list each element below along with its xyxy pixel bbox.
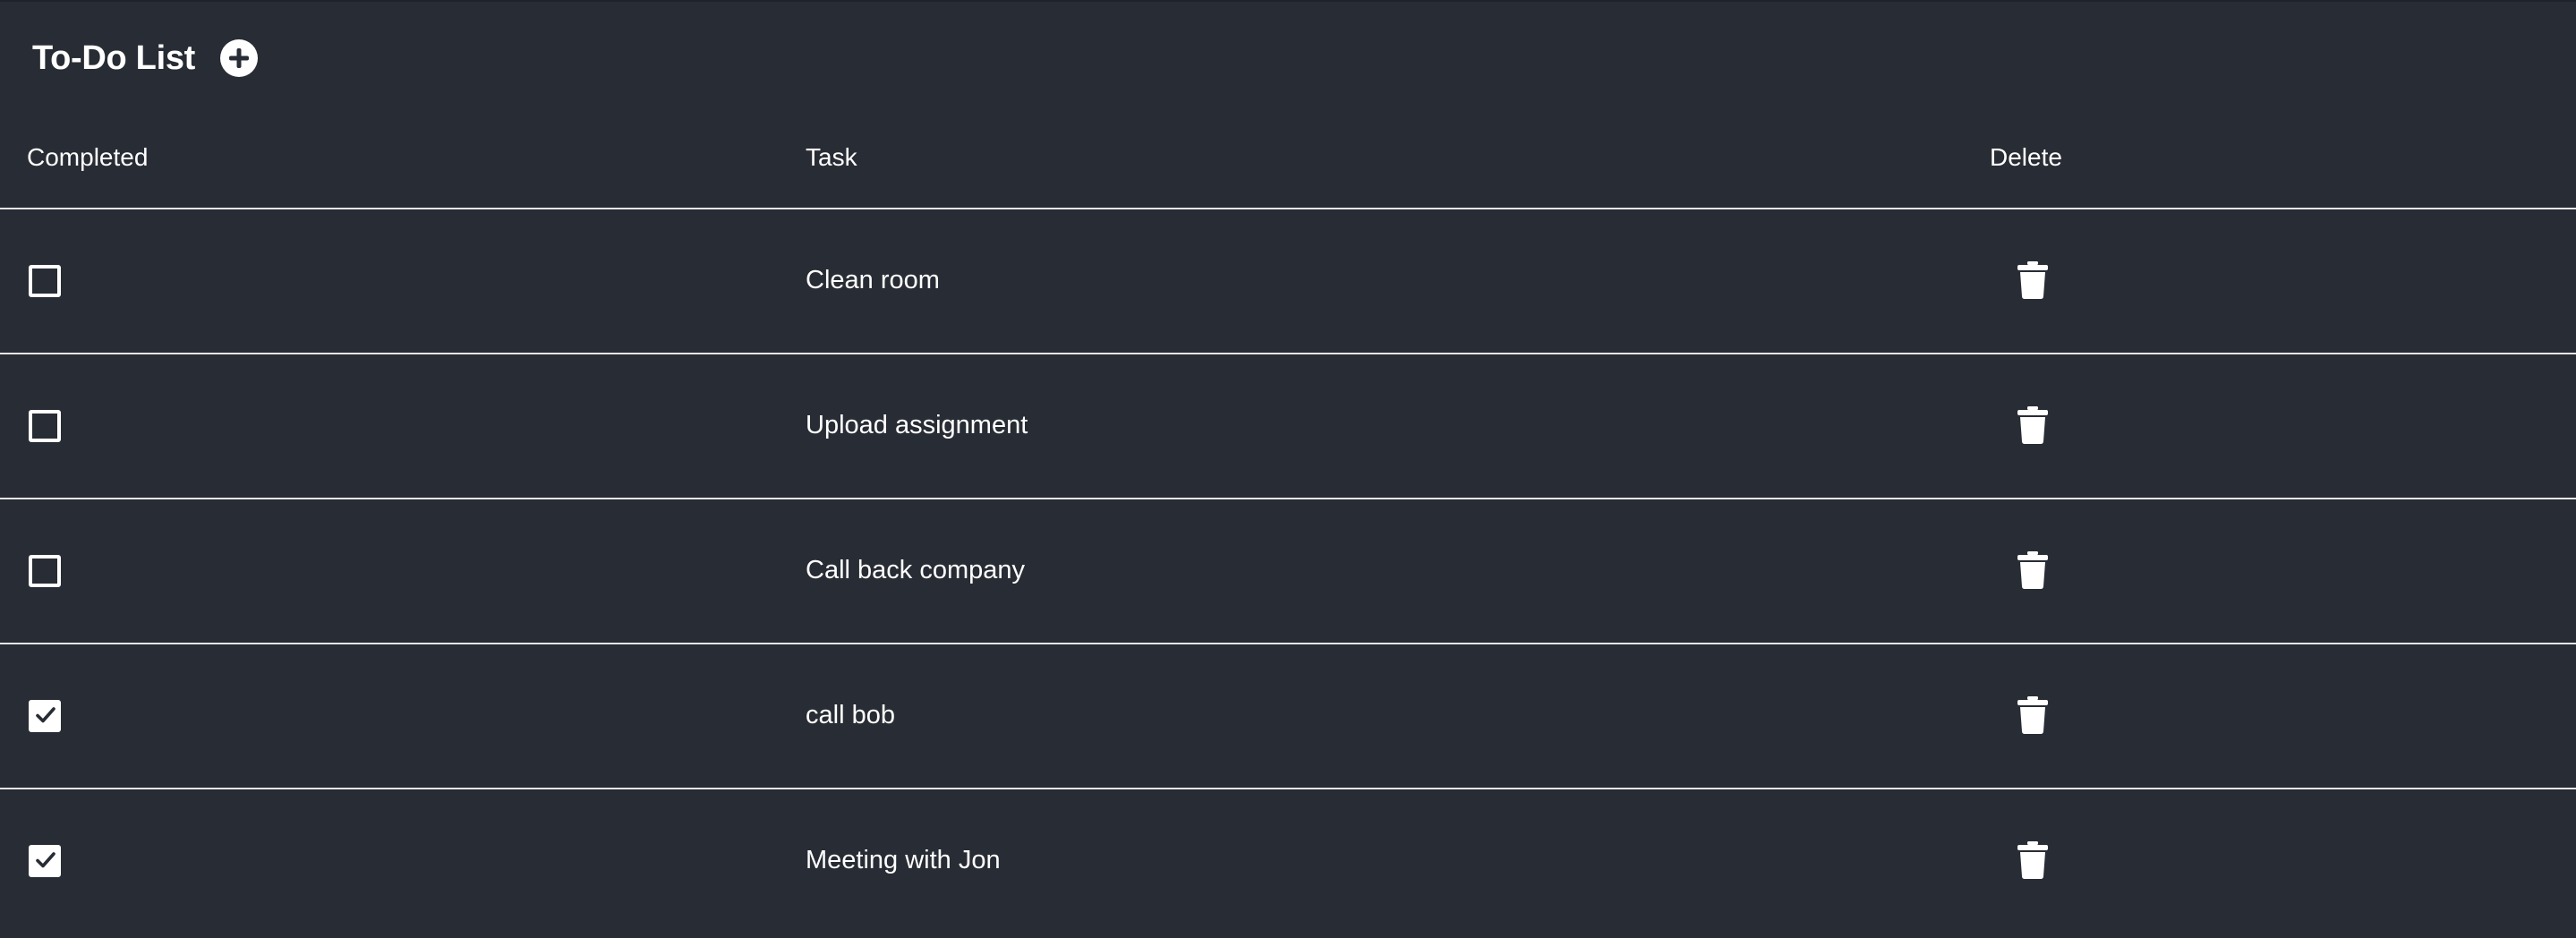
column-header-task: Task: [806, 143, 857, 171]
table-row: Meeting with Jon: [0, 789, 2576, 934]
completed-checkbox[interactable]: [29, 845, 61, 877]
trash-icon[interactable]: [2017, 261, 2048, 299]
todo-table: Completed Task Delete Clean room Upload …: [0, 113, 2576, 934]
checkmark-icon: [36, 707, 55, 723]
trash-icon[interactable]: [2017, 841, 2048, 879]
todo-app: To-Do List Completed Task Delete Clean r…: [0, 0, 2576, 938]
table-row: call bob: [0, 644, 2576, 789]
completed-checkbox[interactable]: [29, 700, 61, 732]
task-text: Clean room: [806, 266, 940, 294]
table-row: Clean room: [0, 209, 2576, 354]
task-text: Upload assignment: [806, 411, 1028, 439]
completed-checkbox[interactable]: [29, 410, 61, 442]
table-header: Completed Task Delete: [0, 113, 2576, 209]
trash-icon[interactable]: [2017, 551, 2048, 589]
header: To-Do List: [32, 29, 259, 88]
checkmark-icon: [36, 852, 55, 868]
table-row: Call back company: [0, 499, 2576, 644]
table-row: Upload assignment: [0, 354, 2576, 499]
task-text: Call back company: [806, 556, 1025, 584]
trash-icon[interactable]: [2017, 406, 2048, 444]
page-title: To-Do List: [32, 39, 196, 77]
task-text: Meeting with Jon: [806, 846, 1001, 874]
add-task-button[interactable]: [220, 39, 259, 77]
column-header-delete: Delete: [1990, 143, 2062, 171]
task-text: call bob: [806, 701, 895, 729]
column-header-completed: Completed: [27, 143, 149, 171]
trash-icon[interactable]: [2017, 696, 2048, 734]
completed-checkbox[interactable]: [29, 555, 61, 587]
completed-checkbox[interactable]: [29, 265, 61, 297]
